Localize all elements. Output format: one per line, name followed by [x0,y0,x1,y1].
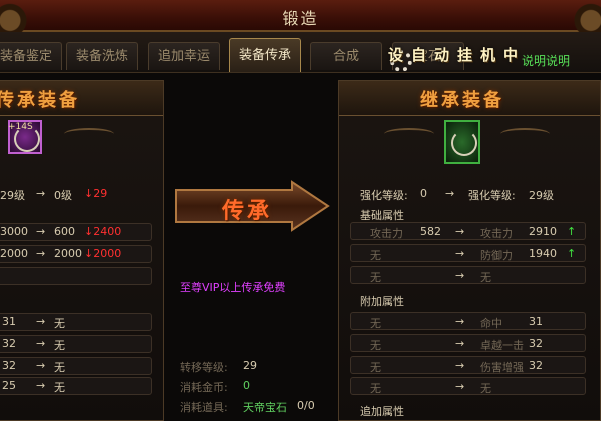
tab-equip-reforge[interactable]: 装备洗炼 [66,42,138,70]
gold-cost-value: 0 [243,379,250,392]
stat-delta: ↓2000 [84,247,122,260]
attr-to-label: 命中 [480,317,502,330]
attr-from-value: 582 [420,225,441,238]
extra-attr-row [350,334,586,352]
vip-note: 至尊VIP以上传承免费 [180,281,286,294]
transfer-level-label: 转移等级: [180,361,228,374]
ornament-right [500,128,550,140]
window-title: 锻造 [282,9,319,28]
attr-to-value: 32 [529,359,543,372]
extra-attr-heading: 附加属性 [360,295,404,308]
extra-row [0,377,152,395]
extra-to: 无 [54,361,65,374]
extra-to: 无 [54,381,65,394]
tab-add-luck[interactable]: 追加幸运 [148,42,220,70]
extra-row [0,335,152,353]
arrow-icon: → [36,187,46,200]
stat-from: 3000 [0,225,28,238]
arrow-icon: → [36,315,46,328]
extra-attr-row [350,377,586,395]
attr-to-value: 31 [529,315,543,328]
target-item-slot[interactable] [444,120,480,164]
necklace-icon [451,130,477,156]
tab-equip-inherit[interactable]: 装备传承 [229,38,301,72]
extra-from: 32 [2,337,16,350]
arrow-icon: → [455,269,465,282]
enhance-label-from: 强化等级: [360,189,408,202]
attr-from-label: 无 [370,382,381,395]
level-to: 0级 [54,189,72,202]
ornament-left [384,128,434,140]
extra-to: 无 [54,339,65,352]
item-cost-label: 消耗道具: [180,401,228,414]
transfer-level-value: 29 [243,359,257,372]
enhance-to: 29级 [529,189,554,202]
attr-to-label: 防御力 [480,249,513,262]
attr-to-label: 卓越一击 [480,339,524,352]
attr-to-label: 攻击力 [480,227,513,240]
attr-to-value: 32 [529,337,543,350]
arrow-icon: → [455,247,465,260]
attr-to-label: 无 [480,271,491,284]
gold-cost-label: 消耗金币: [180,381,228,394]
extra-from: 32 [2,359,16,372]
arrow-icon: → [455,359,465,372]
arrow-icon: → [455,225,465,238]
enhance-badge: +14S [8,122,33,132]
attr-from-label: 无 [370,339,381,352]
append-attr-heading: 追加属性 [360,405,404,418]
help-link[interactable]: 说明说明 [522,52,570,69]
attr-to-value: 1940 [529,247,557,260]
auto-hangup-button[interactable]: 设自动挂机中 [388,44,526,65]
extra-row [0,357,152,375]
extra-attr-row [350,356,586,374]
arrow-icon: → [455,337,465,350]
base-attr-heading: 基础属性 [360,209,404,222]
up-arrow-icon: ↑ [567,247,577,260]
attr-to-value: 2910 [529,225,557,238]
up-arrow-icon: ↑ [567,225,577,238]
stat-row-empty [0,267,152,285]
attr-from-label: 无 [370,271,381,284]
base-attr-row [350,266,586,284]
stat-to: 2000 [54,247,82,260]
level-delta: ↓29 [84,187,108,200]
arrow-icon: → [36,359,46,372]
extra-attr-row [350,312,586,330]
ornament-left [64,128,114,140]
attr-from-label: 无 [370,317,381,330]
arrow-icon: → [455,380,465,393]
extra-from: 31 [2,315,16,328]
arrow-icon: → [36,379,46,392]
enhance-from: 0 [420,187,427,200]
attr-to-label: 伤害增强 [480,361,524,374]
arrow-icon: → [455,315,465,328]
tab-combine[interactable]: 合成 [310,42,382,70]
attr-from-label: 无 [370,361,381,374]
tab-equip-appraise[interactable]: 装备鉴定 [0,42,62,70]
stat-delta: ↓2400 [84,225,122,238]
item-cost-name[interactable]: 天帝宝石 [243,399,287,415]
level-from: 29级 [0,189,25,202]
source-panel-title: 传承装备 [0,90,80,111]
extra-to: 无 [54,317,65,330]
stat-to: 600 [54,225,75,238]
extra-row [0,313,152,331]
item-cost-count: 0/0 [297,399,315,412]
attr-to-label: 无 [480,382,491,395]
attr-from-label: 无 [370,249,381,262]
inherit-button-label[interactable]: 传承 [222,193,272,225]
target-panel-title: 继承装备 [420,90,504,111]
arrow-icon: → [36,225,46,238]
arrow-icon: → [36,337,46,350]
arrow-icon: → [36,247,46,260]
enhance-label-to: 强化等级: [468,189,516,202]
stat-from: 2000 [0,247,28,260]
extra-from: 25 [2,379,16,392]
attr-from-label: 攻击力 [370,227,403,240]
arrow-icon: → [445,187,455,200]
